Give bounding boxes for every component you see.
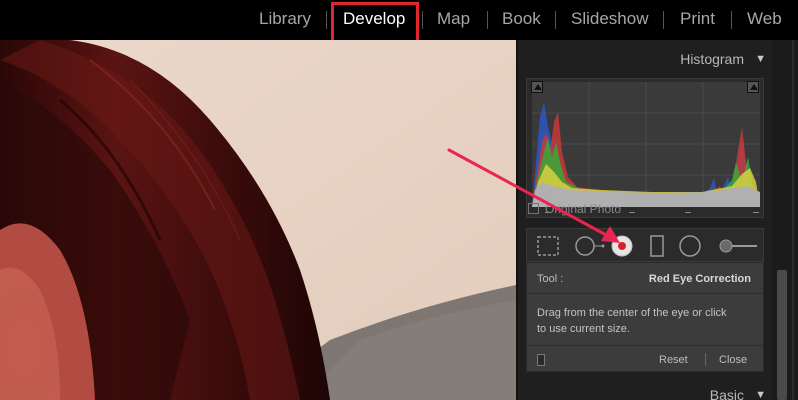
module-separator: [555, 11, 556, 29]
basic-header[interactable]: Basic ▼: [518, 380, 774, 400]
red-eye-correction-icon[interactable]: [609, 229, 635, 263]
original-photo-label: Original Photo: [545, 202, 622, 216]
module-separator: [663, 11, 664, 29]
red-eye-tool-panel: Tool : Red Eye Correction Drag from the …: [526, 262, 764, 372]
tool-on-off-switch[interactable]: [537, 354, 545, 366]
crop-overlay-icon[interactable]: [535, 229, 561, 263]
histogram-readout-dash: [685, 212, 691, 213]
module-separator: [326, 11, 327, 29]
histogram-plot: [532, 82, 760, 207]
module-map[interactable]: Map: [437, 0, 470, 40]
photo-canvas[interactable]: [0, 40, 516, 400]
histogram-readout-dash: [753, 212, 759, 213]
tool-label: Tool :: [537, 273, 564, 285]
module-picker: Library Develop Map Book Slideshow Print…: [0, 0, 798, 43]
module-web[interactable]: Web: [747, 0, 782, 40]
tool-strip: [526, 228, 764, 262]
develop-highlight-box: [331, 2, 419, 43]
module-library[interactable]: Library: [259, 0, 311, 40]
shadow-clipping-icon[interactable]: [531, 81, 543, 93]
tool-footer-divider: [527, 345, 763, 346]
tool-divider: [527, 293, 763, 294]
module-slideshow[interactable]: Slideshow: [571, 0, 649, 40]
module-print[interactable]: Print: [680, 0, 715, 40]
module-separator: [422, 11, 423, 29]
original-photo-checkbox[interactable]: [528, 203, 539, 214]
histogram-title: Histogram: [680, 51, 744, 67]
histogram-graph[interactable]: [532, 82, 760, 207]
panel-scrollbar[interactable]: [772, 40, 798, 400]
module-separator: [731, 11, 732, 29]
collapse-triangle-icon[interactable]: ▼: [755, 380, 766, 400]
reset-button[interactable]: Reset: [659, 354, 688, 366]
spot-removal-icon[interactable]: [573, 229, 607, 263]
graduated-filter-icon[interactable]: [647, 229, 667, 263]
scrollbar-thumb[interactable]: [777, 270, 787, 400]
basic-title: Basic: [709, 387, 744, 400]
footer-separator: [705, 353, 706, 366]
histogram-box: [526, 78, 764, 218]
right-panel: Histogram ▼ Original Photo Tool: Red Ey…: [516, 40, 798, 400]
photo-image: [0, 40, 516, 400]
highlight-clipping-icon[interactable]: [747, 81, 759, 93]
collapse-triangle-icon[interactable]: ▼: [755, 44, 766, 74]
close-button[interactable]: Close: [719, 354, 747, 366]
histogram-readout-dash: [629, 212, 635, 213]
module-book[interactable]: Book: [502, 0, 541, 40]
original-photo-toggle[interactable]: Original Photo: [528, 200, 621, 218]
histogram-header[interactable]: Histogram ▼: [518, 44, 774, 74]
radial-filter-icon[interactable]: [677, 229, 703, 263]
module-separator: [487, 11, 488, 29]
tool-description: Drag from the center of the eye or click…: [537, 307, 727, 335]
tool-name: Red Eye Correction: [648, 273, 751, 285]
scrollbar-track: [792, 40, 794, 400]
adjustment-brush-icon[interactable]: [717, 229, 761, 263]
